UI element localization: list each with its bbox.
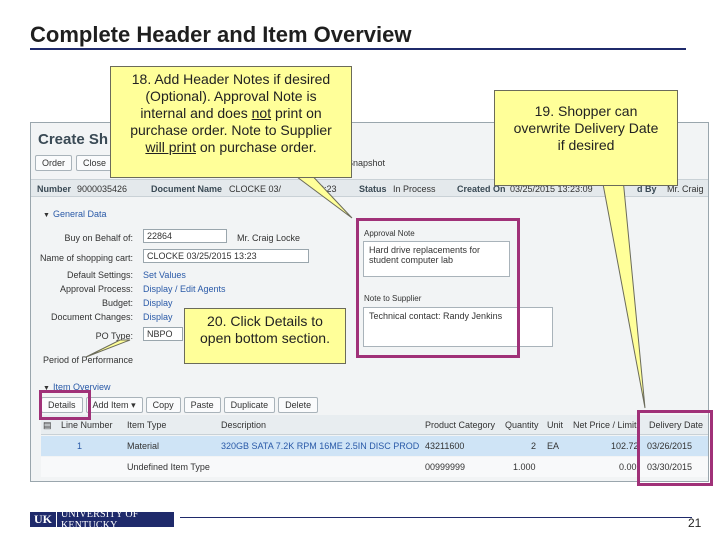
callout-18-will-print: will print [145,139,196,155]
cell-quantity[interactable]: 2 [531,441,536,451]
cell-price: 0.00 [619,462,637,472]
page-number: 21 [688,516,702,530]
order-button[interactable]: Order [35,155,73,171]
status-value: In Process [393,184,436,194]
duplicate-button[interactable]: Duplicate [223,397,276,413]
docname-value: CLOCKE 03/ [229,184,282,194]
callout-19-line1: 19. Shopper can [534,103,638,119]
cell-quantity[interactable]: 1.000 [513,462,536,472]
po-type-label: PO Type: [95,331,133,341]
callout-19-line2: overwrite Delivery Date [513,120,659,136]
chevron-down-icon: ▾ [131,400,136,410]
cell-line: 1 [77,441,83,451]
notes-highlight-box [356,218,520,358]
default-settings-label: Default Settings: [66,270,133,280]
set-values-link[interactable]: Set Values [143,270,186,280]
delivery-date-highlight-box [637,410,713,486]
table-row[interactable]: Undefined Item Type 00999999 1.000 0.00 … [41,457,708,477]
col-description[interactable]: Description [221,420,266,430]
slide-title: Complete Header and Item Overview [30,22,412,47]
copy-button[interactable]: Copy [145,397,181,413]
number-label: Number [37,184,72,194]
table-row[interactable]: 1 Material 320GB SATA 7.2K RPM 16ME 2.5I… [41,436,708,456]
title-underline [30,48,686,50]
general-data-toggle[interactable]: General Data [43,209,107,219]
footer-rule [180,517,692,518]
callout-20-line1: 20. Click Details to [207,313,323,329]
callout-18-line5: will print on purchase order. [117,139,345,156]
logo-text: UNIVERSITY OF KENTUCKY [61,508,139,531]
col-item-type[interactable]: Item Type [127,420,166,430]
docname-label: Document Name [151,184,223,194]
budget-label: Budget: [101,298,133,308]
buy-on-behalf-label: Buy on Behalf of: [64,233,133,243]
performance-period-label: Period of Performance [42,355,133,365]
cell-category: 43211600 [425,441,465,451]
add-item-label: Add Item [92,400,129,410]
callout-18-line4: purchase order. Note to Supplier [130,122,332,138]
document-changes-link[interactable]: Display [143,312,173,322]
col-quantity[interactable]: Quantity [505,420,539,430]
table-header: ▤ Line Number Item Type Description Prod… [41,415,708,435]
callout-18: 18. Add Header Notes if desired (Optiona… [110,66,352,178]
buy-on-behalf-input[interactable]: 22864 [143,229,227,243]
document-changes-label: Document Changes: [50,312,133,322]
budget-display-link[interactable]: Display [143,298,173,308]
callout-18-line3-post: print on [271,105,322,121]
callout-18-line1: 18. Add Header Notes if desired [131,71,331,87]
delete-button[interactable]: Delete [278,397,319,413]
callout-19: 19. Shopper can overwrite Delivery Date … [494,90,678,186]
cell-type: Undefined Item Type [127,462,210,472]
select-all-icon[interactable]: ▤ [43,420,52,431]
callout-18-line5-post: on purchase order. [195,139,317,155]
po-type-select[interactable]: NBPO [143,327,183,341]
cell-type: Material [127,441,160,451]
cell-price: 102.72 [611,441,639,451]
number-value: 9000035426 [77,184,128,194]
callout-20-line2: open bottom section. [200,330,330,346]
col-unit[interactable]: Unit [547,420,563,430]
callout-18-line3: internal and does not print on [117,105,345,122]
callout-18-line2: (Optional). Approval Note is [145,88,317,104]
logo-uk: UK [30,512,57,527]
docname-tail: 3:23 [319,184,337,194]
close-button[interactable]: Close [76,155,114,171]
callout-19-line3: if desired [557,137,615,153]
col-line-number[interactable]: Line Number [61,420,113,430]
edit-agents-link[interactable]: Display / Edit Agents [143,284,226,294]
cell-description[interactable]: 320GB SATA 7.2K RPM 16ME 2.5IN DISC PROD [221,441,419,451]
col-product-category[interactable]: Product Category [425,420,495,430]
buy-on-behalf-name: Mr. Craig Locke [237,233,301,243]
callout-20: 20. Click Details to open bottom section… [184,308,346,364]
add-item-button[interactable]: Add Item ▾ [85,397,143,413]
details-highlight-box [39,390,91,420]
cart-name-input[interactable]: CLOCKE 03/25/2015 13:23 [143,249,309,263]
status-label: Status [359,184,387,194]
app-title: Create Sh [38,131,109,148]
callout-18-not: not [251,105,272,121]
callout-18-line3-pre: internal and does [140,105,252,121]
cell-category: 00999999 [425,462,466,472]
university-logo: UK UNIVERSITY OF KENTUCKY [30,509,174,531]
paste-button[interactable]: Paste [183,397,221,413]
cell-unit: EA [547,441,560,451]
cart-name-label: Name of shopping cart: [39,253,133,263]
col-net-price[interactable]: Net Price / Limit [573,420,637,430]
approval-process-label: Approval Process: [59,284,133,294]
